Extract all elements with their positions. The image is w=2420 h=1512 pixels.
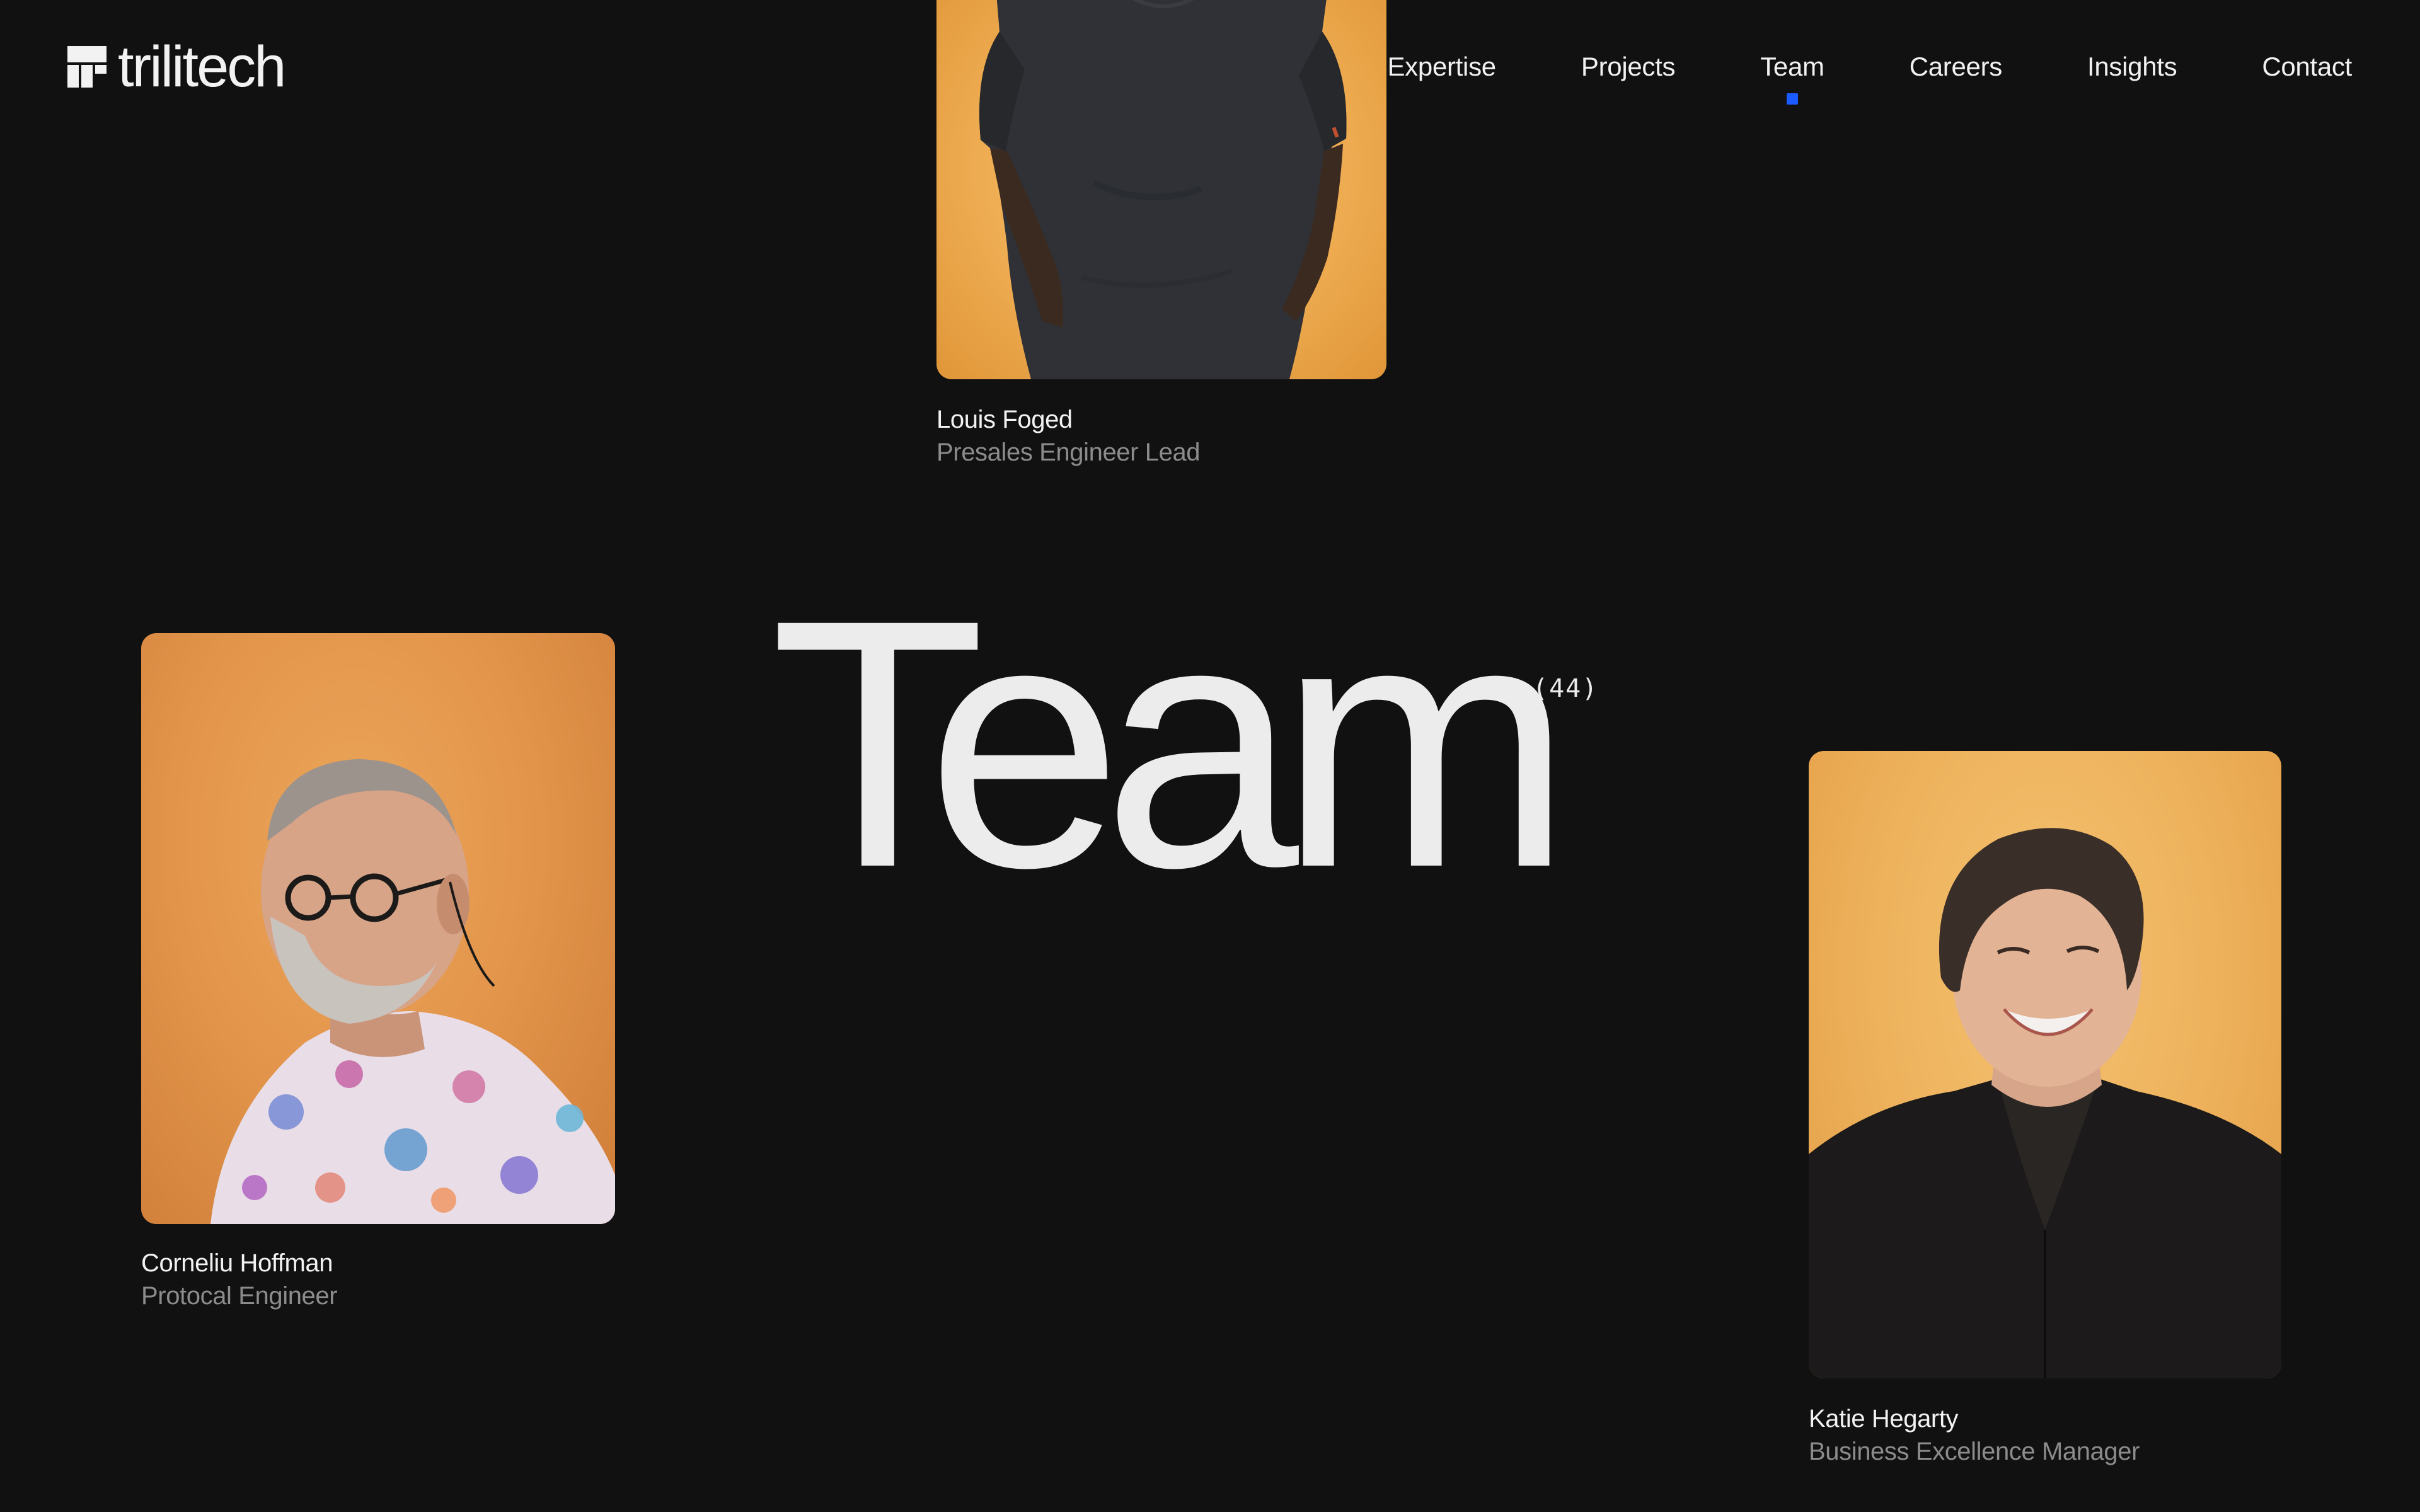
nav-item-careers[interactable]: Careers: [1909, 43, 2003, 91]
team-member-photo: [936, 0, 1386, 379]
team-member-role: Presales Engineer Lead: [936, 438, 1201, 466]
nav-item-label: Team: [1760, 52, 1824, 81]
nav-item-label: Contact: [2262, 52, 2352, 81]
team-member-photo: [141, 633, 615, 1224]
logo-link[interactable]: trilitech: [67, 35, 286, 99]
page-title: Team: [770, 546, 1572, 941]
brand-name: trilitech: [118, 35, 286, 99]
main-nav: Expertise Projects Team Careers Insights…: [1387, 43, 2352, 105]
team-member-photo: [1809, 751, 2281, 1378]
nav-item-insights[interactable]: Insights: [2087, 43, 2177, 91]
active-nav-indicator: [1786, 93, 1798, 105]
team-member-role: Business Excellence Manager: [1809, 1438, 2140, 1465]
nav-item-team[interactable]: Team: [1760, 43, 1824, 105]
nav-item-label: Insights: [2087, 52, 2177, 81]
nav-item-expertise[interactable]: Expertise: [1387, 43, 1496, 91]
team-member-card[interactable]: Louis Foged Presales Engineer Lead: [936, 0, 1386, 469]
nav-item-label: Projects: [1581, 52, 1676, 81]
team-member-name: Katie Hegarty: [1809, 1405, 1959, 1433]
team-member-card[interactable]: Katie Hegarty Business Excellence Manage…: [1809, 751, 2281, 1468]
trilitech-logo-icon: [67, 46, 107, 88]
team-member-card[interactable]: Corneliu Hoffman Protocal Engineer: [141, 633, 615, 1312]
team-count: (44): [1533, 674, 1599, 703]
nav-item-contact[interactable]: Contact: [2262, 43, 2352, 91]
team-member-name: Louis Foged: [936, 406, 1073, 433]
team-member-role: Protocal Engineer: [141, 1282, 338, 1310]
team-member-name: Corneliu Hoffman: [141, 1249, 333, 1277]
nav-item-label: Expertise: [1387, 52, 1496, 81]
nav-item-projects[interactable]: Projects: [1581, 43, 1676, 91]
nav-item-label: Careers: [1909, 52, 2003, 81]
